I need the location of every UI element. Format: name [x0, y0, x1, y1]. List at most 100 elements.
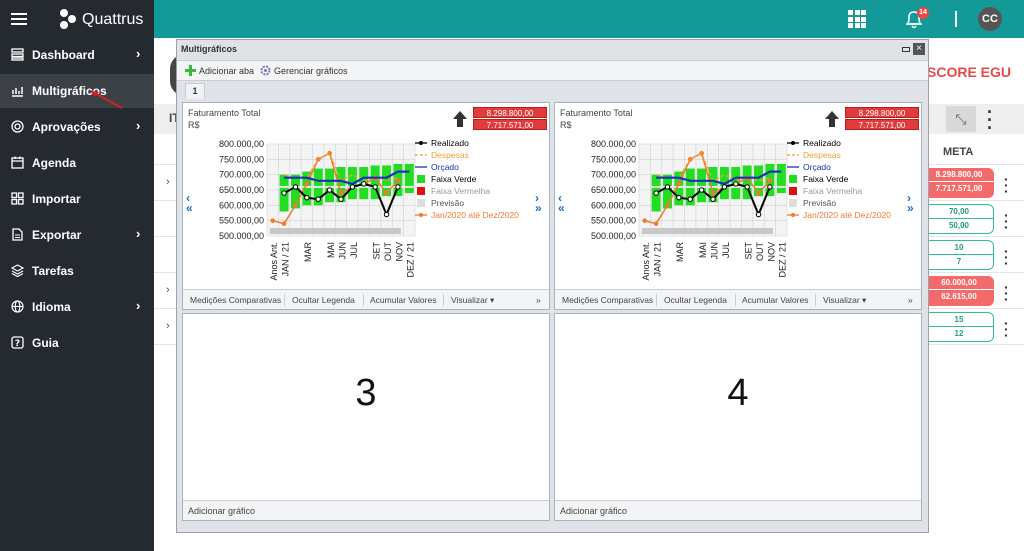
row-expand-icon[interactable]: ›	[166, 320, 170, 332]
window-title: Multigráficos	[181, 44, 238, 54]
chart-next-button[interactable]: ›»	[907, 192, 921, 214]
hide-legend-button[interactable]: Ocultar Legenda	[292, 295, 355, 305]
line-chart: 800.000,00 750.000,00 700.000,00 650.000,00…	[591, 138, 891, 281]
data-point	[395, 178, 401, 184]
legend-swatch	[789, 187, 797, 195]
hide-legend-button[interactable]: Ocultar Legenda	[664, 295, 727, 305]
legend-label: Faixa Verde	[803, 174, 849, 184]
legend-marker	[419, 141, 423, 145]
more-options-icon[interactable]: · · ·	[1004, 244, 1010, 270]
chart-prev-button[interactable]: ‹ «	[186, 192, 200, 214]
chart-panel: Faturamento Total R$ 8.298.800,00 7.717.…	[182, 102, 550, 310]
y-tick-label: 800.000,00	[591, 139, 636, 149]
comparative-measures-button[interactable]: Medições Comparativas	[190, 295, 281, 305]
sidebar-item-idioma[interactable]: Idioma ›	[0, 290, 154, 324]
data-point	[755, 211, 762, 218]
y-tick-label: 550.000,00	[219, 216, 264, 226]
comparative-measures-button[interactable]: Medições Comparativas	[562, 295, 653, 305]
sidebar-item-agenda[interactable]: Agenda	[0, 146, 154, 180]
minimize-icon[interactable]	[902, 47, 910, 52]
sidebar-item-label: Agenda	[32, 156, 77, 170]
legend-marker	[791, 213, 795, 217]
data-point	[642, 218, 647, 223]
y-tick-label: 650.000,00	[219, 185, 264, 195]
divider	[284, 294, 285, 306]
meta-value-top: 15	[954, 315, 964, 324]
menu-icon[interactable]	[11, 13, 27, 25]
meta-value-pill: 70,00 50,00	[924, 204, 994, 234]
tab-1[interactable]: 1	[185, 83, 205, 99]
x-tick-label: Anos Ant.	[641, 242, 651, 281]
more-options-icon[interactable]: · · ·	[1004, 208, 1010, 234]
chart-title: Faturamento Total	[188, 108, 261, 118]
x-tick-label: JUN	[709, 242, 719, 260]
accumulate-values-button[interactable]: Acumular Valores	[742, 295, 808, 305]
sidebar-item-dashboard[interactable]: Dashboard ›	[0, 38, 154, 72]
add-chart-button[interactable]: Adicionar gráfico	[183, 500, 549, 520]
kpi-value-top: 8.298.800,00	[473, 107, 547, 118]
more-button[interactable]: »	[908, 295, 913, 305]
data-point	[349, 184, 356, 190]
kpi-value-top: 8.298.800,00	[845, 107, 919, 118]
sidebar-item-tarefas[interactable]: Tarefas	[0, 254, 154, 288]
accumulate-values-button[interactable]: Acumular Valores	[370, 295, 436, 305]
legend-label: Realizado	[431, 138, 469, 148]
data-point	[767, 184, 773, 190]
add-tab-label: Adicionar aba	[199, 66, 255, 76]
more-options-icon[interactable]: · · ·	[1004, 316, 1010, 342]
legend-label: Orçado	[803, 162, 831, 172]
chart-panel: Faturamento Total R$ 8.298.800,00 7.717.…	[554, 102, 922, 310]
forecast-bar	[269, 228, 401, 234]
meta-value-top: 70,00	[948, 207, 970, 216]
avatar[interactable]: CC	[978, 7, 1002, 31]
x-tick-label: OUT	[755, 242, 765, 262]
sidebar-item-exportar[interactable]: Exportar ›	[0, 218, 154, 252]
more-options-icon[interactable]: · · ·	[1004, 172, 1010, 198]
data-point	[304, 181, 310, 187]
y-tick-label: 500.000,00	[591, 231, 636, 241]
view-dropdown[interactable]: Visualizar ▾	[451, 295, 494, 306]
chart-unit: R$	[188, 120, 200, 130]
row-expand-icon[interactable]: ›	[166, 176, 170, 188]
legend-label: Previsão	[431, 198, 464, 208]
add-tab-button[interactable]: Adicionar aba	[185, 65, 254, 76]
dashboard-icon	[11, 48, 24, 61]
chart-next-button[interactable]: ›»	[535, 192, 549, 214]
chart-prev-button[interactable]: ‹ «	[558, 192, 572, 214]
y-tick-label: 600.000,00	[591, 200, 636, 210]
faixa-verde-bar	[697, 168, 707, 203]
data-point	[384, 190, 389, 196]
sidebar-item-importar[interactable]: Importar	[0, 182, 154, 216]
meta-value-pill: 15 12	[924, 312, 994, 342]
data-point	[698, 187, 705, 193]
sidebar-item-multigraficos[interactable]: Multigráficos	[0, 74, 154, 108]
more-button[interactable]: »	[536, 295, 541, 305]
legend-swatch	[417, 199, 425, 207]
collapse-button[interactable]: ⤡	[946, 106, 976, 132]
arrow-up-icon	[825, 111, 839, 127]
sidebar-item-guia[interactable]: ? Guia	[0, 326, 154, 360]
data-point	[281, 190, 287, 196]
divider	[815, 294, 816, 306]
apps-grid-icon[interactable]	[848, 10, 866, 28]
more-options-icon[interactable]: · · ·	[1004, 280, 1010, 306]
meta-value-bottom: 62.615,00	[924, 289, 994, 302]
view-dropdown[interactable]: Visualizar ▾	[823, 295, 866, 306]
data-point	[315, 196, 321, 202]
globe-icon	[11, 300, 24, 313]
y-tick-label: 500.000,00	[219, 231, 264, 241]
more-options-icon[interactable]: · · ·	[987, 103, 993, 137]
add-chart-button[interactable]: Adicionar gráfico	[555, 500, 921, 520]
row-expand-icon[interactable]: ›	[166, 284, 170, 296]
legend-label: Jan/2020 até Dez/2020	[803, 210, 891, 220]
topbar: 14 CC	[154, 0, 1024, 38]
x-tick-label: NOV	[394, 242, 404, 262]
legend-swatch	[789, 199, 797, 207]
window-titlebar[interactable]: Multigráficos ×	[177, 40, 928, 59]
sidebar-item-aprovacoes[interactable]: Aprovações ›	[0, 110, 154, 144]
close-icon[interactable]: ×	[913, 43, 925, 55]
legend-swatch	[417, 187, 425, 195]
chart-unit: R$	[560, 120, 572, 130]
manage-charts-button[interactable]: Gerenciar gráficos	[260, 65, 348, 76]
divider	[656, 294, 657, 306]
